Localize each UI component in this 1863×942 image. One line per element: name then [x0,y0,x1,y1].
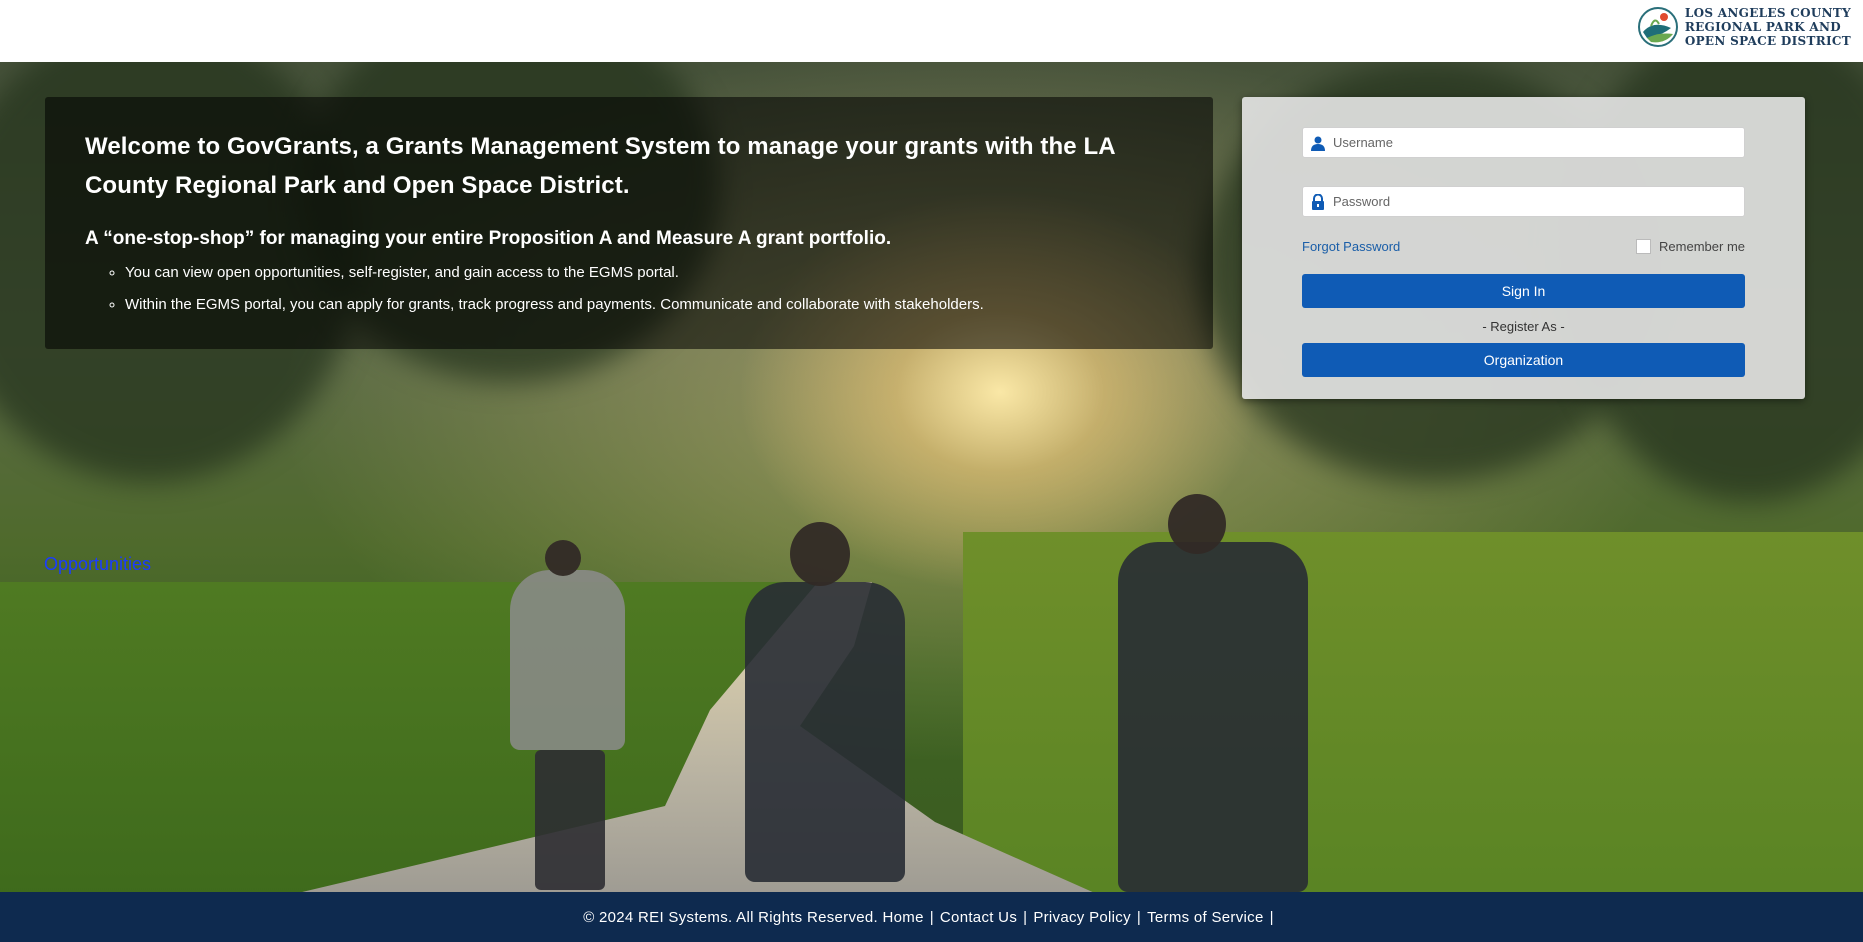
sign-in-button[interactable]: Sign In [1302,274,1745,308]
register-as-label: - Register As - [1482,319,1565,334]
footer-contact-link[interactable]: Contact Us [940,909,1017,926]
username-field[interactable] [1302,127,1745,158]
remember-me[interactable]: Remember me [1636,239,1745,254]
district-logo-text: LOS ANGELES COUNTY REGIONAL PARK AND OPE… [1685,6,1851,48]
walker-figure [745,582,905,882]
walker-figure [510,570,625,750]
footer-separator: | [1269,908,1274,926]
logo-line: LOS ANGELES COUNTY [1684,6,1851,20]
footer: © 2024 REI Systems. All Rights Reserved.… [0,892,1863,942]
remember-me-label: Remember me [1659,239,1745,254]
walker-head [790,522,850,586]
welcome-panel: Welcome to GovGrants, a Grants Managemen… [45,97,1213,349]
register-organization-button[interactable]: Organization [1302,343,1745,377]
footer-terms-link[interactable]: Terms of Service [1147,909,1264,926]
footer-separator: | [1023,908,1028,926]
password-input[interactable] [1333,187,1744,216]
forgot-password-link[interactable]: Forgot Password [1302,239,1400,254]
user-icon [1303,128,1333,157]
district-logo[interactable]: LOS ANGELES COUNTY REGIONAL PARK AND OPE… [1637,6,1851,48]
logo-line: REGIONAL PARK AND [1684,20,1841,34]
opportunities-link[interactable]: Opportunities [44,554,151,575]
walker-head [545,540,581,576]
logo-line: OPEN SPACE DISTRICT [1684,34,1851,48]
district-logo-icon [1637,7,1678,47]
footer-home-link[interactable]: Home [883,909,924,926]
grass-right [963,532,1863,892]
footer-separator: | [1136,908,1142,926]
footer-privacy-link[interactable]: Privacy Policy [1033,909,1131,926]
walker-legs [535,750,605,890]
walker-figure [1118,542,1308,892]
welcome-bullet: Within the EGMS portal, you can apply fo… [125,289,1173,321]
footer-separator: | [929,908,934,926]
lock-icon [1303,187,1333,216]
welcome-subtitle: A “one-stop-shop” for managing your enti… [85,228,892,249]
welcome-title: Welcome to GovGrants, a Grants Managemen… [85,133,1115,199]
welcome-bullet-list: You can view open opportunities, self-re… [85,257,1173,321]
header: LOS ANGELES COUNTY REGIONAL PARK AND OPE… [0,0,1863,62]
footer-copyright: © 2024 REI Systems. All Rights Reserved. [583,908,879,926]
username-input[interactable] [1333,128,1744,157]
remember-me-checkbox[interactable] [1636,239,1652,254]
walker-head [1168,494,1226,554]
login-panel: Forgot Password Remember me Sign In - Re… [1242,97,1805,399]
welcome-bullet: You can view open opportunities, self-re… [125,257,1173,289]
password-field[interactable] [1302,186,1745,217]
